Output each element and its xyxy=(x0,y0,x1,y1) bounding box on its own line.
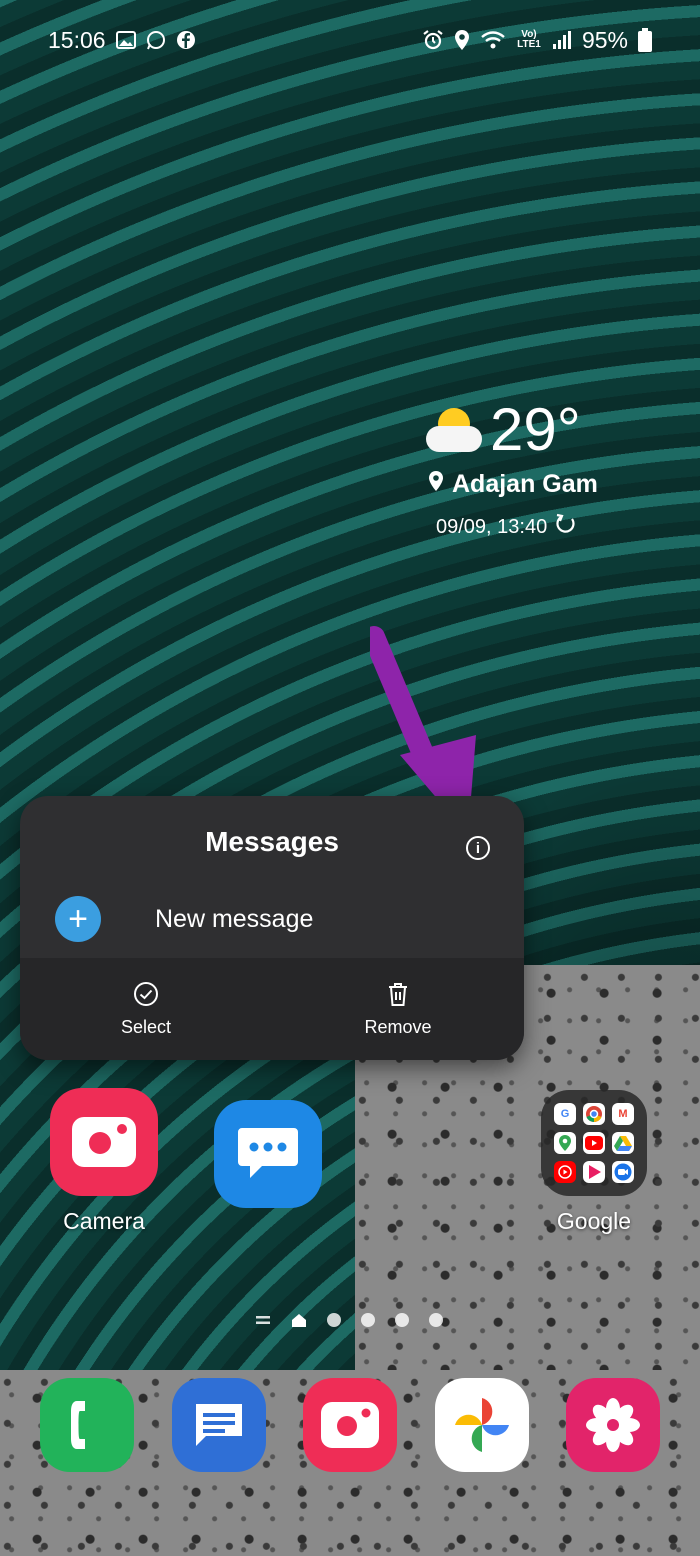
clock: 15:06 xyxy=(48,26,106,53)
maps-icon xyxy=(554,1132,576,1154)
select-button[interactable]: Select xyxy=(20,958,272,1060)
weather-location: Adajan Gam xyxy=(452,470,598,498)
weather-updated: 09/09, 13:40 xyxy=(436,515,548,538)
page-dot xyxy=(395,1313,409,1327)
blossom-app[interactable] xyxy=(566,1378,660,1472)
play-movies-icon xyxy=(583,1161,605,1183)
chat-bubble-icon xyxy=(214,1100,322,1208)
popup-title: Messages xyxy=(205,826,339,857)
phone-app[interactable] xyxy=(40,1378,134,1472)
gallery-icon xyxy=(115,31,136,49)
battery-percent: 95% xyxy=(581,26,628,53)
whatsapp-icon xyxy=(146,30,166,50)
message-icon xyxy=(195,1404,242,1446)
plus-icon: + xyxy=(55,896,101,942)
google-search-icon: G xyxy=(554,1103,576,1125)
alarm-icon xyxy=(422,29,444,51)
youtube-music-icon xyxy=(554,1161,576,1183)
new-message-shortcut[interactable]: + New message xyxy=(55,896,313,942)
remove-label: Remove xyxy=(364,1016,432,1037)
home-page-icon xyxy=(292,1314,306,1327)
select-label: Select xyxy=(120,1016,172,1037)
drive-icon xyxy=(612,1132,634,1154)
pinwheel-icon xyxy=(454,1398,509,1452)
flower-icon xyxy=(586,1398,640,1452)
google-photos-app[interactable] xyxy=(434,1378,529,1472)
menu-lines-icon xyxy=(256,1316,270,1324)
google-messages-app[interactable] xyxy=(171,1378,266,1472)
gmail-icon: M xyxy=(612,1103,634,1125)
camera-app[interactable]: Camera xyxy=(50,1088,158,1235)
duo-icon xyxy=(612,1161,634,1183)
weather-widget[interactable]: 29° Adajan Gam 09/09, 13:40 xyxy=(420,395,620,541)
signal-icon xyxy=(552,30,572,50)
status-bar: 15:06 Vo) LTE1 95% xyxy=(48,24,652,56)
camera-icon xyxy=(321,1402,379,1448)
dock-camera-app[interactable] xyxy=(303,1378,397,1472)
page-dot xyxy=(361,1313,375,1327)
remove-button[interactable]: Remove xyxy=(272,958,524,1060)
facebook-icon xyxy=(176,30,196,50)
camera-icon xyxy=(50,1088,158,1196)
google-label: Google xyxy=(556,1208,632,1234)
youtube-icon xyxy=(583,1132,605,1154)
page-dot xyxy=(327,1313,341,1327)
phone-icon xyxy=(71,1401,85,1449)
trash-icon xyxy=(385,981,411,1007)
partly-sunny-icon xyxy=(420,404,484,456)
google-folder-icon: G M xyxy=(541,1090,647,1196)
new-message-label: New message xyxy=(155,904,314,933)
battery-icon xyxy=(638,28,652,52)
dock xyxy=(40,1378,660,1472)
app-context-menu: Messages i + New message Select Remove xyxy=(20,796,524,1060)
location-pin-icon xyxy=(428,470,444,499)
page-indicator[interactable] xyxy=(255,1312,443,1328)
check-circle-icon xyxy=(133,981,159,1007)
weather-temperature: 29° xyxy=(490,396,581,463)
volte-icon: Vo) LTE1 xyxy=(517,29,541,50)
messages-app[interactable] xyxy=(214,1100,322,1208)
camera-label: Camera xyxy=(63,1208,145,1234)
chrome-icon xyxy=(583,1103,605,1125)
refresh-icon[interactable] xyxy=(555,513,577,541)
page-dot xyxy=(429,1313,443,1327)
location-icon xyxy=(454,29,470,51)
google-folder[interactable]: G M Google xyxy=(541,1090,647,1235)
popup-actions: Select Remove xyxy=(20,958,524,1060)
wifi-icon xyxy=(480,30,506,50)
app-info-icon[interactable]: i xyxy=(466,836,490,860)
